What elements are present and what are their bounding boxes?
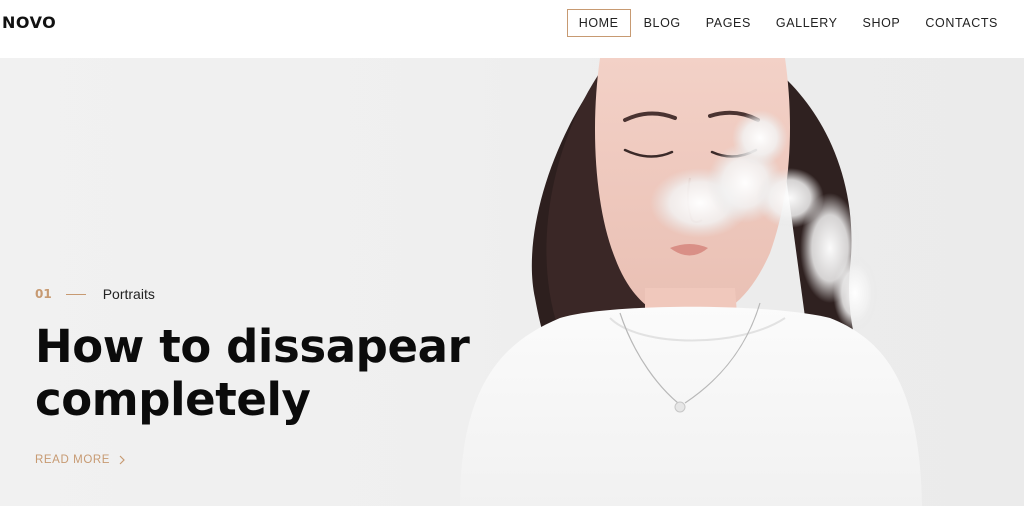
main-nav: HOME BLOG PAGES GALLERY SHOP CONTACTS <box>566 9 1010 37</box>
hero-title[interactable]: How to dissapear completely <box>35 320 475 426</box>
nav-item-contacts[interactable]: CONTACTS <box>913 9 1010 37</box>
nav-item-shop[interactable]: SHOP <box>851 9 913 37</box>
site-header: NOVO HOME BLOG PAGES GALLERY SHOP CONTAC… <box>0 0 1024 58</box>
hero-photo <box>460 58 922 506</box>
nav-item-pages[interactable]: PAGES <box>694 9 763 37</box>
nav-item-gallery[interactable]: GALLERY <box>764 9 850 37</box>
kicker-divider <box>65 293 86 295</box>
slide-number: 01 <box>35 287 52 301</box>
read-more-link[interactable]: READ MORE <box>35 454 475 466</box>
hero-kicker: 01 Portraits <box>35 284 475 304</box>
nav-item-home[interactable]: HOME <box>566 9 631 37</box>
site-logo[interactable]: NOVO <box>2 13 56 32</box>
nav-item-blog[interactable]: BLOG <box>632 9 693 37</box>
hero-slide: 01 Portraits How to dissapear completely… <box>0 58 1024 506</box>
read-more-label: READ MORE <box>35 454 111 466</box>
page-bottom-strip <box>0 506 1024 518</box>
post-category[interactable]: Portraits <box>103 286 155 302</box>
chevron-right-icon <box>119 455 125 465</box>
hero-content: 01 Portraits How to dissapear completely… <box>35 284 475 466</box>
